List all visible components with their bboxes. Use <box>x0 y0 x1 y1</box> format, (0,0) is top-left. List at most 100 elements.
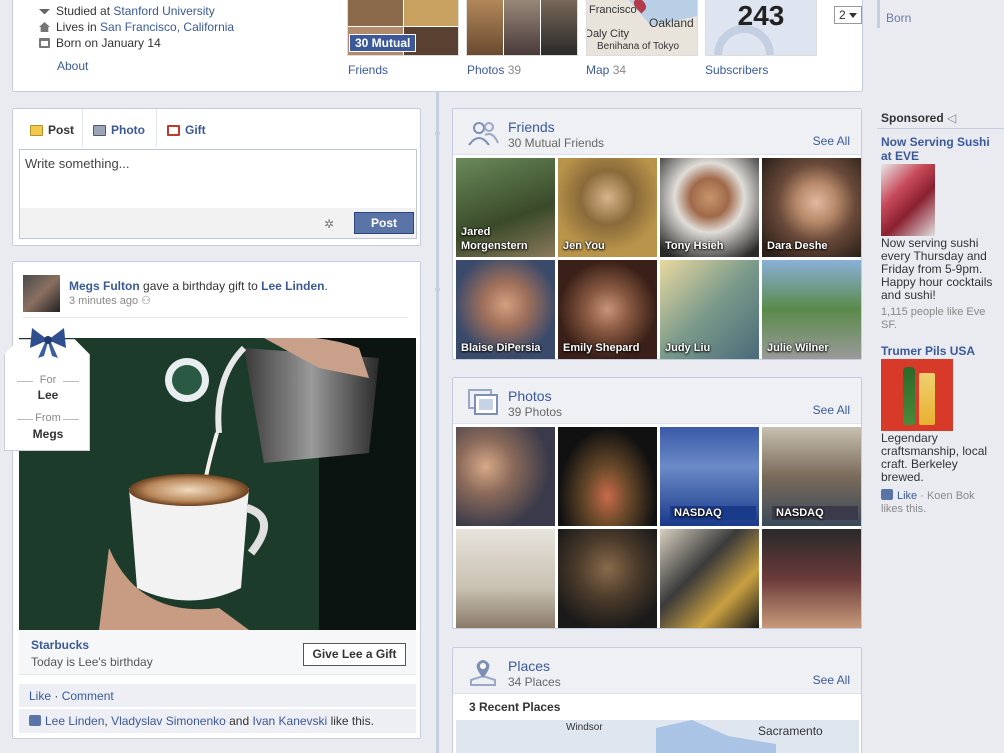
tab-post[interactable]: Post <box>30 123 74 137</box>
gift-from-label: From <box>5 412 90 424</box>
friend-name[interactable]: Emily Shepard <box>563 341 654 355</box>
target-link[interactable]: Lee Linden <box>261 279 324 293</box>
friend-tile[interactable]: Jen You <box>558 158 657 257</box>
tab-photo[interactable]: Photo <box>93 123 145 137</box>
story-headline: Megs Fulton gave a birthday gift to Lee … <box>69 279 328 293</box>
liker-link[interactable]: Ivan Kanevski <box>253 714 328 728</box>
divider <box>23 317 408 318</box>
friends-title[interactable]: Friends <box>508 119 555 135</box>
friend-name[interactable]: Blaise DiPersia <box>461 341 552 355</box>
studied-prefix: Studied at <box>56 4 111 18</box>
friend-tile[interactable]: Tony Hsieh <box>660 158 759 257</box>
places-see-all-link[interactable]: See All <box>813 673 850 687</box>
ad-body: Now serving sushi every Thursday and Fri… <box>881 236 993 302</box>
timeline-nav-born[interactable]: Born <box>886 11 911 25</box>
friend-tile[interactable]: Dara Deshe <box>762 158 861 257</box>
photo-tile[interactable] <box>762 529 861 628</box>
photo-tile[interactable] <box>456 427 555 526</box>
friend-tile[interactable]: Jared Morgenstern <box>456 158 555 257</box>
friend-name[interactable]: Julie Wilner <box>767 341 858 355</box>
friend-tile[interactable]: Blaise DiPersia <box>456 260 555 359</box>
thumbs-up-icon <box>881 489 893 500</box>
photo-tile[interactable] <box>558 427 657 526</box>
friends-see-all-link[interactable]: See All <box>813 134 850 148</box>
friends-icon <box>468 122 499 146</box>
friend-name[interactable]: Jared Morgenstern <box>461 225 552 253</box>
friends-tile-label[interactable]: Friends <box>348 63 388 77</box>
photo-tile[interactable] <box>558 529 657 628</box>
bow-icon <box>30 328 66 358</box>
places-map[interactable]: Windsor Sacramento <box>456 720 859 753</box>
photos-see-all-link[interactable]: See All <box>813 403 850 417</box>
tile-count-select[interactable]: 2 <box>834 6 862 24</box>
tab-divider <box>82 109 83 147</box>
subscribers-thumbnail[interactable]: 243 <box>705 0 817 56</box>
nasdaq-sign: NASDAQ <box>670 506 756 520</box>
map-thumbnail[interactable]: Francisco Oakland Daly City Benihana of … <box>586 0 698 56</box>
tab-gift[interactable]: Gift <box>167 123 206 137</box>
story-actions: Like · Comment <box>19 684 416 707</box>
city-link[interactable]: San Francisco, California <box>100 20 234 34</box>
likes-summary: Lee Linden, Vladyslav Simonenko and Ivan… <box>19 709 416 733</box>
liker-link[interactable]: Vladyslav Simonenko <box>111 714 226 728</box>
birthday-line: Born on January 14 <box>39 36 161 50</box>
friends-header: Friends 30 Mutual Friends See All <box>453 109 861 155</box>
education-line: Studied at Stanford University <box>39 4 215 18</box>
ad-image[interactable] <box>881 359 953 431</box>
megaphone-icon: ◁ <box>947 111 957 125</box>
map-tile-label[interactable]: Map 34 <box>586 63 626 77</box>
sponsored-heading: Sponsored ◁ <box>881 111 957 125</box>
friend-tile[interactable]: Julie Wilner <box>762 260 861 359</box>
photo-tile[interactable]: NASDAQ <box>660 427 759 526</box>
friends-thumbnail[interactable]: 30 Mutual <box>347 0 459 56</box>
gear-icon[interactable]: ✲ <box>324 217 334 231</box>
friend-name[interactable]: Tony Hsieh <box>665 239 756 253</box>
timeline-dot <box>435 287 440 292</box>
friend-name[interactable]: Judy Liu <box>665 341 756 355</box>
subscribers-tile-label[interactable]: Subscribers <box>705 63 768 77</box>
ad-social-context: Like · Koen Bok likes this. <box>881 489 975 515</box>
mutual-friends-tag: 30 Mutual <box>349 34 417 52</box>
about-link[interactable]: About <box>57 59 88 73</box>
friends-widget: Friends 30 Mutual Friends See All Jared … <box>452 108 862 360</box>
places-title[interactable]: Places <box>508 658 550 674</box>
ad-like-link[interactable]: Like <box>897 490 917 502</box>
photos-title[interactable]: Photos <box>508 388 552 404</box>
photos-tile-label[interactable]: Photos 39 <box>467 63 521 77</box>
status-icon <box>30 124 43 136</box>
ad-title[interactable]: Trumer Pils USA <box>881 344 999 358</box>
avatar[interactable] <box>23 275 60 312</box>
photo-tile[interactable] <box>456 529 555 628</box>
ad-liker: Koen Bok <box>926 490 975 502</box>
status-input[interactable]: Write something... <box>19 149 417 209</box>
birthday-note: Today is Lee's birthday <box>31 655 153 669</box>
photos-subtitle: 39 Photos <box>508 405 563 419</box>
gift-recipient: Lee <box>37 388 59 402</box>
friend-name[interactable]: Dara Deshe <box>767 239 858 253</box>
ad-image[interactable] <box>881 164 935 236</box>
comment-link[interactable]: Comment <box>62 689 114 703</box>
photo-tile[interactable]: NASDAQ <box>762 427 861 526</box>
places-widget: Places 34 Places See All 3 Recent Places… <box>452 647 862 753</box>
give-gift-button[interactable]: Give Lee a Gift <box>303 643 406 666</box>
gift-sender: Megs <box>32 427 64 441</box>
photos-thumbnail[interactable] <box>466 0 578 56</box>
school-link[interactable]: Stanford University <box>113 4 214 18</box>
thumbs-up-icon <box>29 715 41 726</box>
map-label: Windsor <box>566 722 603 733</box>
ad-body: Legendary craftsmanship, local craft. Be… <box>881 431 988 484</box>
friend-tile[interactable]: Judy Liu <box>660 260 759 359</box>
gift-caption: Starbucks Today is Lee's birthday Give L… <box>19 630 416 675</box>
ad-title[interactable]: Now Serving Sushi at EVE <box>881 135 999 163</box>
like-link[interactable]: Like <box>29 689 51 703</box>
story-timestamp[interactable]: 3 minutes ago ⚇ <box>69 294 151 307</box>
merchant-link[interactable]: Starbucks <box>31 638 89 652</box>
post-button[interactable]: Post <box>354 212 414 234</box>
home-icon <box>39 22 50 32</box>
friend-name[interactable]: Jen You <box>563 239 654 253</box>
friend-tile[interactable]: Emily Shepard <box>558 260 657 359</box>
gift-for-label: For <box>5 374 90 386</box>
actor-link[interactable]: Megs Fulton <box>69 279 140 293</box>
liker-link[interactable]: Lee Linden <box>45 714 104 728</box>
photo-tile[interactable] <box>660 529 759 628</box>
